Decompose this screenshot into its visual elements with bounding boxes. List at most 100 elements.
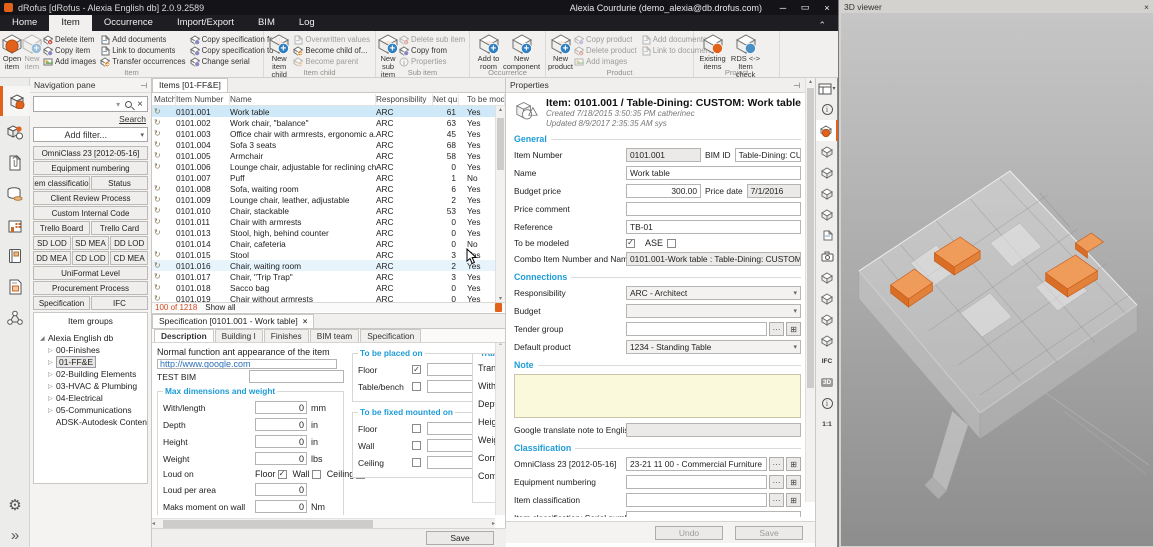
table-row[interactable]: ↻0101.010Chair, stackableARC53Yes bbox=[152, 205, 505, 216]
side-tab-scale[interactable]: 1:1 bbox=[816, 414, 838, 435]
table-row[interactable]: ↻0101.013Stool, high, behind counterARC0… bbox=[152, 227, 505, 238]
3d-viewport[interactable] bbox=[841, 13, 1153, 546]
filter-button-uniformat-level[interactable]: UniFormat Level bbox=[33, 266, 148, 280]
note-textarea[interactable] bbox=[514, 374, 801, 418]
settings-icon[interactable]: ⚙ bbox=[0, 490, 30, 520]
table-row[interactable]: ↻0101.004Sofa 3 seatsARC68Yes bbox=[152, 139, 505, 150]
scroll-down-icon[interactable]: ▾ bbox=[496, 295, 505, 302]
filter-button-sd-lod[interactable]: SD LOD bbox=[33, 236, 71, 250]
close-specification-tab-icon[interactable]: × bbox=[303, 317, 308, 326]
search-link[interactable]: Search bbox=[30, 112, 151, 127]
undo-button[interactable]: Undo bbox=[655, 526, 723, 540]
filter-button-cd-lod[interactable]: CD LOD bbox=[72, 251, 110, 265]
menu-tab-item[interactable]: Item bbox=[49, 15, 91, 31]
tree-collapse-icon[interactable]: ▷ bbox=[48, 347, 56, 354]
lookup-button[interactable]: ··· bbox=[769, 322, 784, 336]
properties-pin-icon[interactable]: ⊤ bbox=[792, 82, 801, 89]
module-items-icon[interactable] bbox=[0, 86, 30, 116]
items-table-header[interactable]: MatchItem NumberNameResponsibilityNet qu… bbox=[152, 93, 505, 106]
filter-button-custom-internal-code[interactable]: Custom Internal Code bbox=[33, 206, 148, 220]
ribbon-button-copy-from[interactable]: Copy from bbox=[398, 45, 468, 56]
tree-item-03-hvac-plumbing[interactable]: ▷03-HVAC & Plumbing bbox=[34, 380, 147, 392]
side-tab-products[interactable] bbox=[816, 141, 838, 162]
table-row[interactable]: ↻0101.003Office chair with armrests, erg… bbox=[152, 128, 505, 139]
props-save-button[interactable]: Save bbox=[735, 526, 803, 540]
checkbox-ase[interactable] bbox=[667, 239, 676, 248]
spec-url-input[interactable]: http://www.google.com bbox=[157, 359, 337, 369]
column-header-qty[interactable]: Net qu... bbox=[433, 94, 459, 105]
field-omniclass-23-2012-05-16-[interactable]: 23-21 11 00 - Commercial Furniture bbox=[626, 457, 767, 471]
subtab-description[interactable]: Description bbox=[154, 329, 214, 342]
subtab-building-i[interactable]: Building I bbox=[215, 329, 263, 342]
items-tab[interactable]: Items [01-FF&E] bbox=[152, 78, 228, 92]
side-tab-boxed[interactable] bbox=[816, 204, 838, 225]
side-tab-model[interactable] bbox=[816, 183, 838, 204]
table-row[interactable]: ↻0101.017Chair, "Trip Trap"ARC3Yes bbox=[152, 271, 505, 282]
dim-input[interactable]: 0 bbox=[255, 483, 307, 496]
show-all-link[interactable]: Show all bbox=[205, 303, 235, 312]
checkbox-floor[interactable] bbox=[278, 470, 287, 479]
lookup-button[interactable]: ··· bbox=[769, 475, 784, 489]
ribbon-button-add-documents[interactable]: Add documents bbox=[99, 34, 188, 45]
tree-item-02-building-elements[interactable]: ▷02-Building Elements bbox=[34, 368, 147, 380]
search-box[interactable]: ▾ × bbox=[33, 96, 148, 112]
dim-input[interactable]: 0 bbox=[255, 452, 307, 465]
filter-button-status[interactable]: Status bbox=[91, 176, 148, 190]
open-grid-button[interactable]: ⊞ bbox=[786, 475, 801, 489]
table-row[interactable]: ↻0101.002Work chair, "balance"ARC63Yes bbox=[152, 117, 505, 128]
menu-tab-home[interactable]: Home bbox=[0, 15, 49, 31]
subtab-finishes[interactable]: Finishes bbox=[264, 329, 309, 342]
menu-tab-log[interactable]: Log bbox=[287, 15, 327, 31]
lookup-button[interactable]: ··· bbox=[769, 493, 784, 507]
field-item-classification[interactable] bbox=[626, 493, 767, 507]
table-row[interactable]: ↻0101.015StoolARC3Yes bbox=[152, 249, 505, 260]
column-header-mod[interactable]: To be modeled bbox=[459, 94, 505, 105]
checkbox-floor[interactable] bbox=[412, 365, 421, 374]
expand-strip-icon[interactable]: » bbox=[0, 520, 30, 547]
table-row[interactable]: ↻0101.011Chair with armrestsARC0Yes bbox=[152, 216, 505, 227]
clear-search-icon[interactable]: × bbox=[137, 99, 143, 110]
column-header-name[interactable]: Name bbox=[230, 94, 376, 105]
tree-root[interactable]: ◢Alexia English db bbox=[34, 332, 147, 344]
module-documents-icon[interactable] bbox=[0, 148, 30, 178]
items-scrollbar[interactable]: ▴▾ bbox=[495, 106, 505, 302]
side-tab-3d[interactable]: 3D bbox=[816, 372, 838, 393]
search-dropdown-caret-icon[interactable]: ▾ bbox=[116, 100, 120, 109]
add-filter-dropdown[interactable]: Add filter... ▾ bbox=[33, 127, 148, 142]
open-grid-button[interactable]: ⊞ bbox=[786, 457, 801, 471]
open-grid-button[interactable]: ⊞ bbox=[786, 493, 801, 507]
side-tab-dispatch[interactable] bbox=[816, 162, 838, 183]
select-responsibility[interactable]: ARC - Architect▾ bbox=[626, 286, 801, 300]
filter-button-omniclass-23-2012-05-16-[interactable]: OmniClass 23 [2012-05-16] bbox=[33, 146, 148, 160]
scrollbar-thumb[interactable] bbox=[497, 118, 504, 170]
ribbon-button-copy-item[interactable]: Copy item bbox=[42, 45, 99, 56]
dim-input[interactable]: 0 bbox=[255, 401, 307, 414]
open-grid-button[interactable]: ⊞ bbox=[786, 322, 801, 336]
side-tab-history[interactable] bbox=[816, 330, 838, 351]
properties-scrollbar[interactable]: ▴ bbox=[805, 78, 815, 502]
filter-button-cd-mea[interactable]: CD MEA bbox=[110, 251, 148, 265]
filter-button-ifc[interactable]: IFC bbox=[91, 296, 148, 310]
subtab-bim-team[interactable]: BIM team bbox=[310, 329, 360, 342]
select-default-product[interactable]: 1234 - Standing Table▾ bbox=[626, 340, 801, 354]
ribbon-button-become-child-of-[interactable]: ➔Become child of... bbox=[292, 45, 373, 56]
module-catalog-icon[interactable] bbox=[0, 241, 30, 271]
report-icon[interactable] bbox=[495, 303, 502, 312]
checkbox-wall[interactable] bbox=[412, 441, 421, 450]
filter-button-trello-card[interactable]: Trello Card bbox=[91, 221, 148, 235]
spec-scrollbar[interactable]: ⌃ bbox=[495, 343, 505, 515]
module-products-icon[interactable] bbox=[0, 117, 30, 147]
ribbon-collapse-icon[interactable]: ⌃ bbox=[806, 20, 838, 31]
table-row[interactable]: ↻0101.005ArmchairARC58Yes bbox=[152, 150, 505, 161]
field-price-comment[interactable] bbox=[626, 202, 801, 216]
tree-item-01-ff-e[interactable]: ▷01-FF&E bbox=[34, 356, 147, 368]
side-tab-linked[interactable] bbox=[816, 309, 838, 330]
checkbox-floor[interactable] bbox=[412, 424, 421, 433]
filter-button-dd-lod[interactable]: DD LOD bbox=[110, 236, 148, 250]
menu-tab-import-export[interactable]: Import/Export bbox=[165, 15, 246, 31]
table-row[interactable]: ↻0101.018Sacco bagARC0Yes bbox=[152, 282, 505, 293]
tree-item-00-finishes[interactable]: ▷00-Finishes bbox=[34, 344, 147, 356]
horizontal-scrollbar[interactable]: ◂▸ bbox=[152, 518, 495, 528]
lookup-button[interactable]: ··· bbox=[769, 457, 784, 471]
tree-item-05-communications[interactable]: ▷05-Communications bbox=[34, 404, 147, 416]
